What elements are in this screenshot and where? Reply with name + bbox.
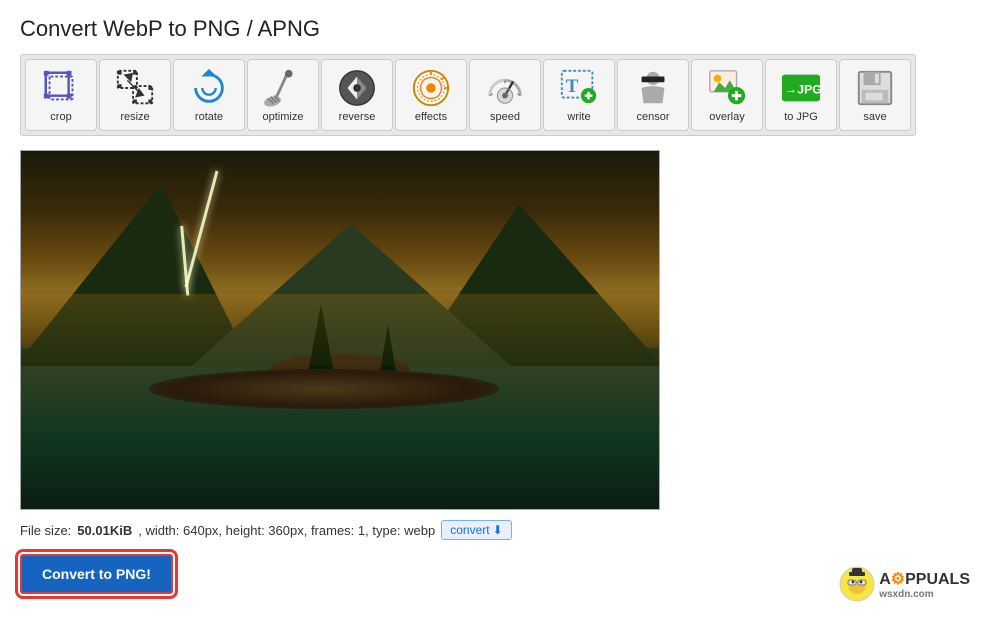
save-button[interactable]: save: [839, 59, 911, 131]
file-dimensions: , width: 640px, height: 360px, frames: 1…: [138, 523, 435, 538]
resize-icon: [114, 67, 156, 109]
write-button[interactable]: T write: [543, 59, 615, 131]
rotate-label: rotate: [195, 111, 223, 123]
reverse-button[interactable]: reverse: [321, 59, 393, 131]
rotate-icon: [188, 67, 230, 109]
overlay-icon: [706, 67, 748, 109]
foreground-rocks: [149, 369, 499, 409]
save-icon: [854, 67, 896, 109]
reverse-icon: [336, 67, 378, 109]
speed-icon: [484, 67, 526, 109]
effects-button[interactable]: effects: [395, 59, 467, 131]
convert-link-label: convert: [450, 523, 489, 537]
write-icon: T: [558, 67, 600, 109]
crop-button[interactable]: crop: [25, 59, 97, 131]
overlay-label: overlay: [709, 111, 744, 123]
write-label: write: [567, 111, 590, 123]
optimize-label: optimize: [263, 111, 304, 123]
file-info-prefix: File size:: [20, 523, 71, 538]
effects-icon: [410, 67, 452, 109]
tojpg-icon: →JPG: [780, 67, 822, 109]
overlay-button[interactable]: overlay: [691, 59, 763, 131]
file-info-bar: File size: 50.01KiB , width: 640px, heig…: [20, 520, 970, 540]
glow-overlay: [21, 294, 659, 366]
brand-name: A⚙PPUALS: [879, 569, 970, 589]
image-preview: [20, 150, 660, 510]
speed-label: speed: [490, 111, 520, 123]
file-size: 50.01KiB: [77, 523, 132, 538]
reverse-label: reverse: [339, 111, 376, 123]
convert-link[interactable]: convert ⬇: [441, 520, 511, 540]
watermark-text: A⚙PPUALS wsxdn.com: [879, 569, 970, 600]
download-icon: ⬇: [493, 523, 503, 537]
svg-text:→JPG: →JPG: [785, 83, 822, 97]
optimize-button[interactable]: optimize: [247, 59, 319, 131]
page-title: Convert WebP to PNG / APNG: [20, 16, 970, 42]
page-wrapper: Convert WebP to PNG / APNG crop: [0, 0, 990, 622]
save-label: save: [863, 111, 886, 123]
censor-button[interactable]: censor: [617, 59, 689, 131]
tojpg-button[interactable]: →JPG to JPG: [765, 59, 837, 131]
censor-icon: [632, 67, 674, 109]
speed-button[interactable]: speed: [469, 59, 541, 131]
resize-label: resize: [120, 111, 149, 123]
rotate-button[interactable]: rotate: [173, 59, 245, 131]
svg-text:T: T: [566, 76, 579, 97]
convert-to-png-button[interactable]: Convert to PNG!: [20, 554, 173, 594]
watermark: A⚙PPUALS wsxdn.com: [839, 566, 970, 602]
effects-label: effects: [415, 111, 447, 123]
watermark-site: wsxdn.com: [879, 589, 970, 600]
resize-button[interactable]: resize: [99, 59, 171, 131]
crop-icon: [40, 67, 82, 109]
tojpg-label: to JPG: [784, 111, 818, 123]
toolbar: crop resize: [20, 54, 916, 136]
appuals-mascot-icon: [839, 566, 875, 602]
crop-label: crop: [50, 111, 71, 123]
censor-label: censor: [636, 111, 669, 123]
optimize-icon: [262, 67, 304, 109]
